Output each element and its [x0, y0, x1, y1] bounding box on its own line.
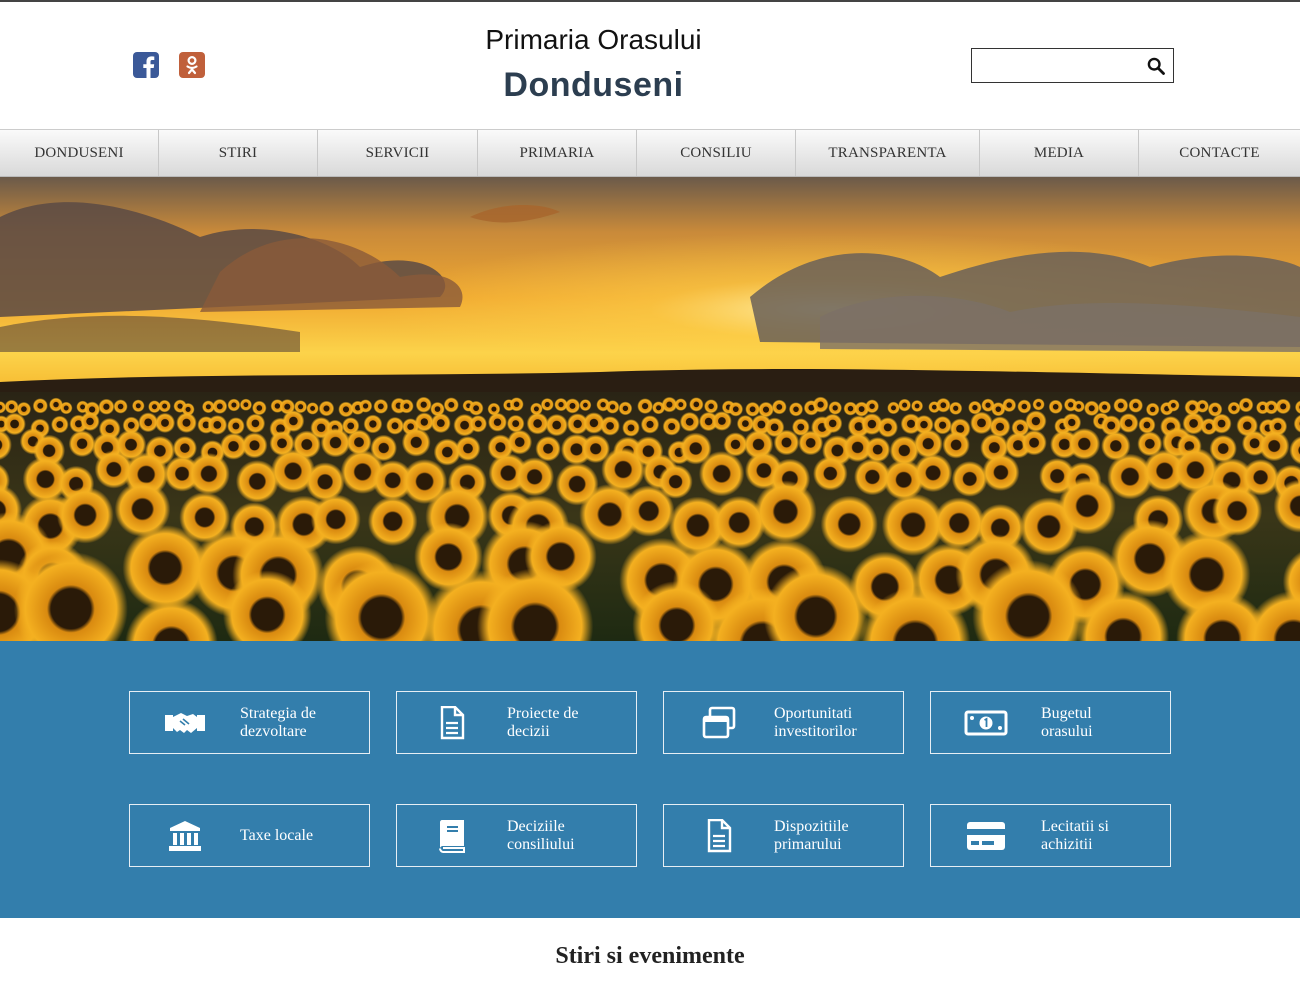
book-icon	[429, 819, 475, 853]
service-card-taxes[interactable]: Taxe locale	[129, 804, 370, 867]
service-card-mayor-dispositions[interactable]: Dispozitiile primarului	[663, 804, 904, 867]
nav-item-transparenta[interactable]: TRANSPARENTA	[796, 130, 980, 176]
site-header: Primaria Orasului Donduseni	[0, 2, 1300, 129]
nav-item-servicii[interactable]: SERVICII	[318, 130, 478, 176]
institution-icon	[162, 819, 208, 853]
main-nav: DONDUSENI STIRI SERVICII PRIMARIA CONSIL…	[0, 129, 1300, 177]
search-box	[971, 48, 1174, 83]
service-card-budget[interactable]: Bugetul orasului	[930, 691, 1171, 754]
service-card-procurement[interactable]: Lecitatii si achizitii	[930, 804, 1171, 867]
service-card-council-decisions[interactable]: Deciziile consiliului	[396, 804, 637, 867]
service-label: Deciziile consiliului	[507, 817, 575, 853]
nav-item-consiliu[interactable]: CONSILIU	[637, 130, 796, 176]
services-section: Strategia de dezvoltare Proiecte de deci…	[0, 641, 1300, 918]
nav-item-donduseni[interactable]: DONDUSENI	[0, 130, 159, 176]
handshake-icon	[162, 706, 208, 740]
service-label: Bugetul orasului	[1041, 704, 1093, 740]
search-icon[interactable]	[1147, 57, 1165, 75]
windows-icon	[696, 706, 742, 740]
news-section-title: Stiri si evenimente	[555, 943, 745, 969]
service-label: Proiecte de decizii	[507, 704, 579, 740]
service-label: Lecitatii si achizitii	[1041, 817, 1109, 853]
service-label: Dispozitiile primarului	[774, 817, 849, 853]
document-icon	[696, 819, 742, 853]
credit-card-icon	[963, 819, 1009, 853]
service-card-strategy[interactable]: Strategia de dezvoltare	[129, 691, 370, 754]
hero-banner	[0, 177, 1300, 641]
nav-item-media[interactable]: MEDIA	[980, 130, 1139, 176]
service-label: Strategia de dezvoltare	[240, 704, 316, 740]
service-label: Oportunitati investitorilor	[774, 704, 857, 740]
nav-item-stiri[interactable]: STIRI	[159, 130, 318, 176]
service-label: Taxe locale	[240, 826, 314, 844]
search-input[interactable]	[972, 49, 1142, 82]
money-bill-icon	[963, 706, 1009, 740]
nav-item-contacte[interactable]: CONTACTE	[1139, 130, 1300, 176]
nav-item-primaria[interactable]: PRIMARIA	[478, 130, 637, 176]
sunflower-field-image	[0, 177, 1300, 641]
service-card-projects[interactable]: Proiecte de decizii	[396, 691, 637, 754]
document-icon	[429, 706, 475, 740]
service-card-investors[interactable]: Oportunitati investitorilor	[663, 691, 904, 754]
